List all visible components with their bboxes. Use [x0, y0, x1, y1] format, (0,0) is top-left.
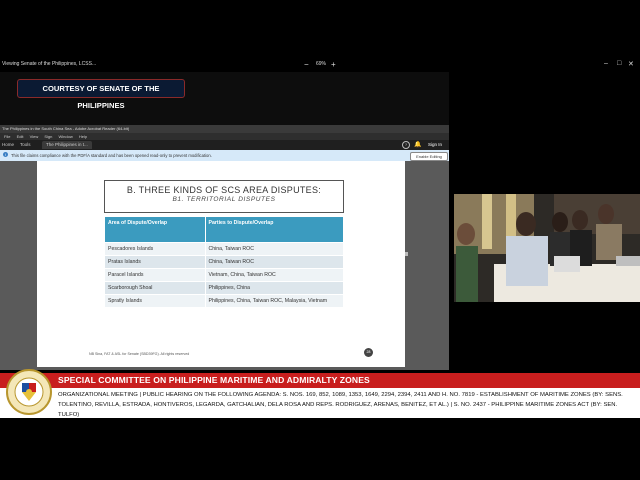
zoom-in-button[interactable]: + [331, 60, 336, 69]
table-cell: China, Taiwan ROC [205, 254, 343, 268]
pdfa-info-bar: i This file claims compliance with the P… [0, 150, 449, 161]
document-area[interactable]: B. THREE KINDS OF SCS AREA DISPUTES: B1.… [0, 161, 449, 370]
share-title: Viewing Senate of the Philippines, LCSS.… [2, 61, 97, 67]
shared-screen: COURTESY OF SENATE OF THE PHILIPPINES Th… [0, 72, 449, 370]
table-cell: Vietnam, China, Taiwan ROC [205, 267, 343, 281]
table-header-parties: Parties to Dispute/Overlap [205, 217, 343, 242]
menu-help[interactable]: Help [79, 134, 87, 139]
table-cell: Philippines, China, Taiwan ROC, Malaysia… [205, 293, 343, 307]
enable-editing-button[interactable]: Enable Editing [410, 152, 448, 161]
help-icon[interactable]: ? [402, 141, 410, 149]
slide-heading: B. THREE KINDS OF SCS AREA DISPUTES: [126, 185, 322, 195]
tab-home[interactable]: Home [2, 142, 14, 147]
tab-tools[interactable]: Tools [20, 142, 31, 147]
zoom-level: 69% [316, 61, 327, 67]
maximize-icon[interactable]: □ [617, 60, 621, 67]
committee-title: SPECIAL COMMITTEE ON PHILIPPINE MARITIME… [58, 375, 370, 385]
acrobat-menubar: File Edit View Sign Window Help [0, 133, 449, 140]
table-cell: Pratas Islands [105, 254, 206, 268]
menu-window[interactable]: Window [58, 134, 72, 139]
table-cell: Paracel Islands [105, 267, 206, 281]
acrobat-titlebar: The Philippines in the South China Sea -… [0, 125, 449, 133]
screen-share-toolbar: Viewing Senate of the Philippines, LCSS.… [0, 58, 640, 72]
info-icon: i [3, 152, 8, 157]
table-row: Spratly Islands Philippines, China, Taiw… [105, 293, 343, 307]
close-icon[interactable]: ✕ [628, 60, 634, 68]
notification-bell-icon[interactable]: 🔔 [414, 141, 421, 148]
menu-view[interactable]: View [30, 134, 39, 139]
menu-file[interactable]: File [4, 134, 10, 139]
camera-scene [454, 194, 640, 302]
table-cell: China, Taiwan ROC [205, 241, 343, 255]
menu-sign[interactable]: Sign [44, 134, 52, 139]
table-row: Scarborough Shoal Philippines, China [105, 280, 343, 294]
table-row: Pescadores Islands China, Taiwan ROC [105, 241, 343, 255]
courtesy-banner: COURTESY OF SENATE OF THE PHILIPPINES [17, 79, 185, 110]
zoom-out-button[interactable]: − [304, 60, 309, 69]
disputes-table: Area of Dispute/Overlap Parties to Dispu… [105, 217, 343, 307]
pdf-page: B. THREE KINDS OF SCS AREA DISPUTES: B1.… [37, 161, 405, 367]
page-number-badge: 28 [364, 348, 373, 357]
menu-edit[interactable]: Edit [17, 134, 24, 139]
slide-heading-box: B. THREE KINDS OF SCS AREA DISPUTES: B1.… [104, 180, 344, 213]
slide-subheading: B1. TERRITORIAL DISPUTES [172, 196, 276, 203]
table-row: Pratas Islands China, Taiwan ROC [105, 254, 343, 268]
minimize-icon[interactable]: – [604, 60, 608, 67]
senate-seal-icon [6, 369, 52, 415]
tab-document[interactable]: The Philippines in t... ✕ [42, 141, 92, 155]
table-row: Paracel Islands Vietnam, China, Taiwan R… [105, 267, 343, 281]
lower-third: SPECIAL COMMITTEE ON PHILIPPINE MARITIME… [0, 369, 640, 419]
table-cell: Philippines, China [205, 280, 343, 294]
slide-footer: NB Sina, FAT & ASL for Senate (SBD39FG).… [89, 352, 190, 356]
table-cell: Pescadores Islands [105, 241, 206, 255]
acrobat-tabbar: Home Tools The Philippines in t... ✕ ? 🔔… [0, 140, 449, 155]
table-header-area: Area of Dispute/Overlap [105, 217, 206, 242]
info-text: This file claims compliance with the PDF… [11, 153, 212, 158]
committee-title-bar: SPECIAL COMMITTEE ON PHILIPPINE MARITIME… [0, 373, 640, 388]
mouse-cursor-icon [405, 252, 408, 256]
camera-feed [454, 194, 640, 302]
acrobat-window: The Philippines in the South China Sea -… [0, 125, 449, 370]
table-cell: Spratly Islands [105, 293, 206, 307]
table-cell: Scarborough Shoal [105, 280, 206, 294]
sign-in-button[interactable]: Sign In [428, 142, 442, 147]
agenda-bar: ORGANIZATIONAL MEETING | PUBLIC HEARING … [0, 388, 640, 418]
agenda-text: ORGANIZATIONAL MEETING | PUBLIC HEARING … [58, 392, 623, 418]
